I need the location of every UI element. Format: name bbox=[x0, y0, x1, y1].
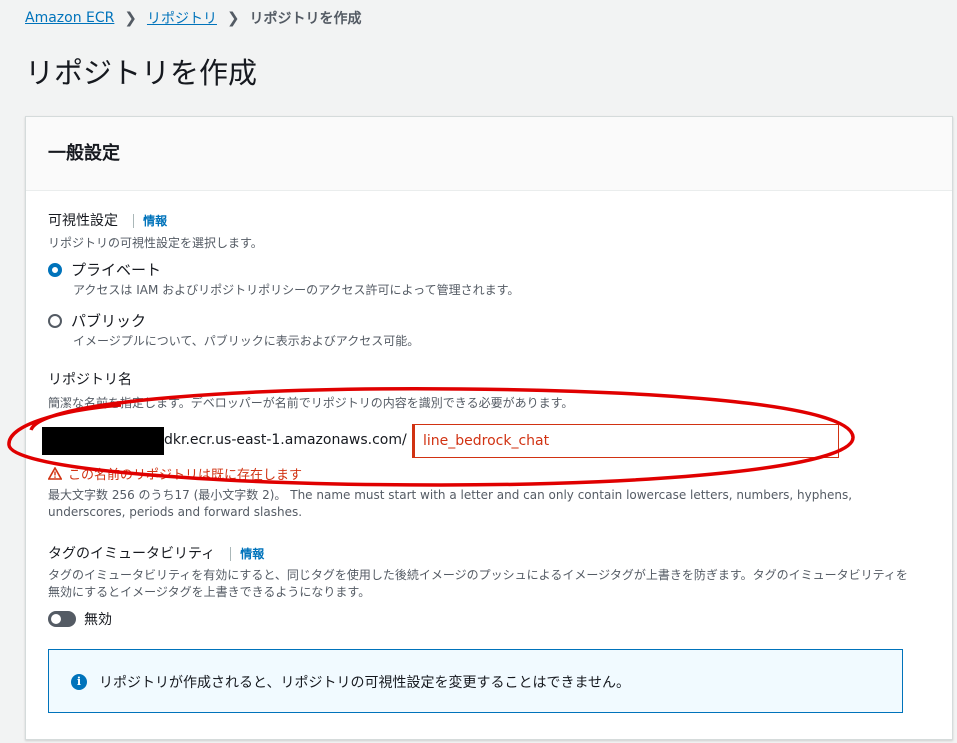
breadcrumb-current: リポジトリを作成 bbox=[249, 11, 362, 27]
visibility-label-row: 可視性設定 情報 bbox=[48, 210, 168, 230]
info-icon: i bbox=[71, 674, 87, 690]
tag-immutability-toggle-row[interactable]: 無効 bbox=[48, 609, 112, 629]
radio-public[interactable]: パブリック bbox=[48, 310, 146, 331]
radio-private[interactable]: プライベート bbox=[48, 259, 161, 280]
breadcrumb: Amazon ECR ❯ リポジトリ ❯ リポジトリを作成 bbox=[25, 8, 362, 28]
visibility-info-alert: i リポジトリが作成されると、リポジトリの可視性設定を変更することはできません。 bbox=[48, 649, 903, 713]
tag-immutability-toggle[interactable] bbox=[48, 611, 76, 627]
breadcrumb-amazon-ecr[interactable]: Amazon ECR bbox=[25, 10, 114, 26]
radio-private-description: アクセスは IAM およびリポジトリポリシーのアクセス許可によって管理されます。 bbox=[73, 283, 520, 297]
radio-private-label[interactable]: プライベート bbox=[71, 259, 161, 280]
tag-immutability-description: タグのイミュータビリティを有効にすると、同じタグを使用した後続イメージのプッシュ… bbox=[48, 568, 908, 599]
chevron-right-icon: ❯ bbox=[124, 9, 137, 27]
alert-text: リポジトリが作成されると、リポジトリの可視性設定を変更することはできません。 bbox=[99, 675, 631, 691]
radio-public-button[interactable] bbox=[48, 313, 62, 328]
general-settings-panel: 一般設定 可視性設定 情報 リポジトリの可視性設定を選択します。 プライベート … bbox=[7, 116, 953, 740]
visibility-label: 可視性設定 bbox=[48, 213, 118, 229]
radio-private-button[interactable] bbox=[48, 262, 62, 277]
tag-immutability-info-link[interactable]: 情報 bbox=[230, 547, 265, 561]
toggle-knob bbox=[51, 614, 61, 624]
annotation-ellipse bbox=[7, 387, 855, 487]
breadcrumb-repositories[interactable]: リポジトリ bbox=[147, 8, 217, 28]
visibility-info-link[interactable]: 情報 bbox=[133, 214, 168, 228]
radio-public-description: イメージプルについて、パブリックに表示およびアクセス可能。 bbox=[73, 334, 420, 348]
tag-immutability-label-row: タグのイミュータビリティ 情報 bbox=[48, 543, 265, 563]
chevron-right-icon: ❯ bbox=[226, 9, 240, 27]
visibility-description: リポジトリの可視性設定を選択します。 bbox=[48, 236, 263, 250]
tag-immutability-toggle-label: 無効 bbox=[84, 612, 112, 628]
panel-title: 一般設定 bbox=[48, 143, 120, 164]
tag-immutability-label: タグのイミュータビリティ bbox=[48, 546, 216, 562]
page-title: リポジトリを作成 bbox=[25, 56, 258, 90]
panel-header: 一般設定 bbox=[26, 117, 952, 191]
radio-public-label[interactable]: パブリック bbox=[71, 310, 146, 331]
